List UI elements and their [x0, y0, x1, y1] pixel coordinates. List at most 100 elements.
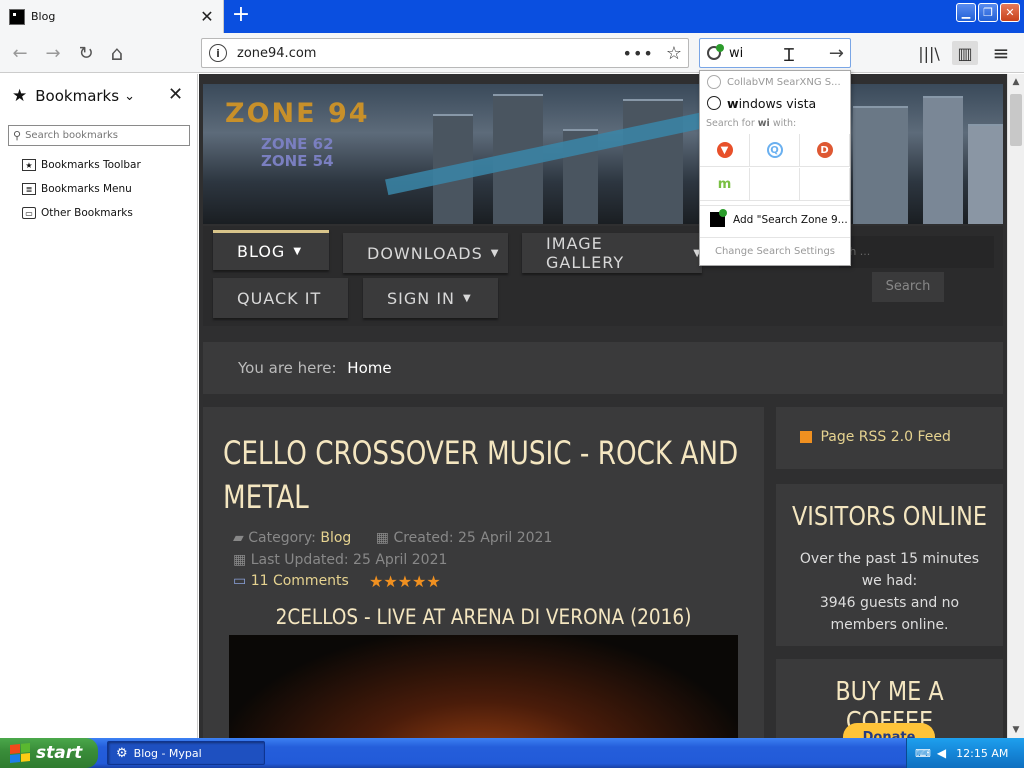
- clock[interactable]: 12:15 AM: [956, 747, 1008, 760]
- sidebar-close-icon[interactable]: ✕: [168, 84, 183, 105]
- sidebar-header[interactable]: ★ Bookmarks ⌄: [12, 86, 135, 106]
- created-date: Created: 25 April 2021: [393, 530, 553, 546]
- video-player[interactable]: [229, 635, 738, 738]
- bookmarks-search[interactable]: ⚲: [8, 125, 190, 146]
- engine-mojeek-button[interactable]: m: [700, 168, 750, 201]
- search-engine-row[interactable]: CollabVM SearXNG S...: [700, 72, 850, 92]
- tab-close-icon[interactable]: ✕: [197, 7, 217, 26]
- rss-link[interactable]: Page RSS 2.0 Feed: [820, 429, 950, 445]
- change-search-settings-button[interactable]: Change Search Settings: [700, 237, 850, 265]
- start-label: start: [36, 743, 83, 763]
- search-for-suffix: with:: [769, 118, 797, 129]
- bookmarks-search-input[interactable]: [25, 130, 186, 141]
- sidebar-toggle-icon[interactable]: ▥: [952, 41, 978, 65]
- back-button[interactable]: ←: [8, 41, 32, 65]
- sidebar-item-bookmarks-menu[interactable]: ≣ Bookmarks Menu: [22, 183, 132, 195]
- menu-label: QUACK IT: [237, 288, 322, 308]
- restore-button[interactable]: ❐: [978, 3, 998, 22]
- visitors-line: we had:: [861, 573, 918, 589]
- search-suggestions-popup: CollabVM SearXNG S... windows vista Sear…: [699, 70, 851, 266]
- comment-icon: ▭: [233, 573, 247, 589]
- site-search-button[interactable]: Search: [872, 272, 944, 302]
- menu-icon[interactable]: ≡: [988, 41, 1014, 65]
- url-bar[interactable]: i zone94.com ••• ☆: [201, 38, 689, 68]
- url-text[interactable]: zone94.com: [237, 46, 623, 61]
- engine-brave-button[interactable]: ▼: [700, 134, 750, 167]
- new-tab-button[interactable]: +: [228, 4, 254, 28]
- globe-icon: [707, 75, 721, 89]
- video-title: 2CELLOS - LIVE AT ARENA DI VERONA (2016): [275, 605, 692, 629]
- menu-blog[interactable]: BLOG ▼: [213, 230, 329, 270]
- taskbar: start ⚙ Blog - Mypal ⌨ ◀ 12:15 AM: [0, 738, 1024, 768]
- menu-downloads[interactable]: DOWNLOADS ▼: [343, 233, 508, 273]
- reload-button[interactable]: ↻: [74, 41, 98, 65]
- bookmark-star-icon[interactable]: ☆: [666, 43, 682, 64]
- add-engine-label: Add "Search Zone 9...: [733, 213, 848, 226]
- page-actions-icon[interactable]: •••: [623, 44, 654, 63]
- comments-count[interactable]: 11 Comments: [251, 573, 349, 589]
- add-search-engine-item[interactable]: Add "Search Zone 9...: [700, 205, 850, 233]
- clock-icon: [707, 96, 721, 110]
- site-logo[interactable]: ZONE 94: [225, 98, 370, 129]
- site-favicon-icon: [9, 8, 25, 25]
- search-for-term: wi: [757, 118, 770, 129]
- breadcrumb-home[interactable]: Home: [347, 359, 391, 377]
- scroll-up-icon[interactable]: ▲: [1008, 74, 1024, 90]
- search-for-label: Search for wi with:: [706, 118, 796, 129]
- menu-label: SIGN IN: [387, 288, 456, 308]
- library-icon[interactable]: |||\: [916, 41, 942, 65]
- comments-link[interactable]: ▭ 11 Comments: [233, 573, 349, 589]
- article-title[interactable]: CELLO CROSSOVER MUSIC - ROCK AND METAL: [223, 431, 756, 519]
- rss-feed-box: Page RSS 2.0 Feed: [776, 407, 1003, 469]
- navigation-toolbar: ← → ↻ ⌂ i zone94.com ••• ☆ wi → |||\ ▥ ≡: [0, 33, 1024, 73]
- keyboard-icon[interactable]: ⌨: [915, 747, 931, 760]
- mypal-app-icon: ⚙: [116, 745, 128, 761]
- engine-qwant-button[interactable]: Q: [750, 134, 800, 167]
- scroll-down-icon[interactable]: ▼: [1008, 722, 1024, 738]
- taskbar-item-label: Blog - Mypal: [133, 746, 202, 760]
- search-bar[interactable]: wi →: [699, 38, 851, 68]
- site-info-icon[interactable]: i: [209, 44, 227, 62]
- search-input[interactable]: wi: [729, 46, 829, 61]
- forward-button[interactable]: →: [41, 41, 65, 65]
- search-for-prefix: Search for: [706, 118, 758, 129]
- engine-empty-cell: [750, 168, 800, 201]
- sidebar-item-bookmarks-toolbar[interactable]: ★ Bookmarks Toolbar: [22, 159, 141, 171]
- menu-image-gallery[interactable]: IMAGE GALLERY ▼: [522, 233, 702, 273]
- site-search-input[interactable]: rch ...: [839, 236, 994, 268]
- start-button[interactable]: start: [0, 738, 98, 768]
- engine-duckduckgo-button[interactable]: D: [800, 134, 850, 167]
- logo-sub-line: ZONE 62: [261, 135, 334, 153]
- category-link[interactable]: Blog: [320, 530, 351, 546]
- sidebar-item-label: Bookmarks Toolbar: [41, 159, 141, 171]
- visitors-line: members online.: [830, 617, 949, 633]
- sidebar-item-other-bookmarks[interactable]: ▭ Other Bookmarks: [22, 207, 133, 219]
- folder-icon: ▰: [233, 530, 244, 546]
- close-window-button[interactable]: ✕: [1000, 3, 1020, 22]
- calendar-icon: ▦: [233, 552, 247, 568]
- search-engine-icon[interactable]: [706, 44, 724, 62]
- duckduckgo-icon: D: [816, 142, 833, 158]
- caret-down-icon: ▼: [490, 247, 500, 259]
- vertical-scrollbar[interactable]: ▲ ▼: [1007, 74, 1024, 738]
- visitors-heading: VISITORS ONLINE: [791, 502, 988, 532]
- history-suggestion[interactable]: windows vista: [700, 93, 850, 113]
- minimize-button[interactable]: ▁: [956, 3, 976, 22]
- menu-sign-in[interactable]: SIGN IN ▼: [363, 278, 498, 318]
- tab-blog[interactable]: Blog ✕: [0, 0, 224, 33]
- scroll-thumb[interactable]: [1010, 94, 1022, 146]
- chevron-down-icon[interactable]: ⌄: [124, 89, 135, 104]
- volume-icon[interactable]: ◀: [937, 746, 946, 760]
- home-button[interactable]: ⌂: [105, 41, 129, 65]
- category-label: Category:: [248, 530, 316, 546]
- menu-quack-it[interactable]: QUACK IT: [213, 278, 348, 318]
- taskbar-item-mypal[interactable]: ⚙ Blog - Mypal: [107, 741, 265, 765]
- suggestion-prefix: w: [727, 95, 739, 111]
- search-go-icon[interactable]: →: [829, 43, 844, 64]
- sidebar-title[interactable]: Bookmarks: [35, 87, 119, 105]
- system-tray: ⌨ ◀ 12:15 AM: [906, 738, 1024, 768]
- suggestion-text: windows vista: [727, 96, 816, 111]
- caret-down-icon: ▼: [463, 292, 472, 304]
- search-icon: ⚲: [13, 129, 22, 142]
- donate-button[interactable]: Donate: [843, 723, 935, 738]
